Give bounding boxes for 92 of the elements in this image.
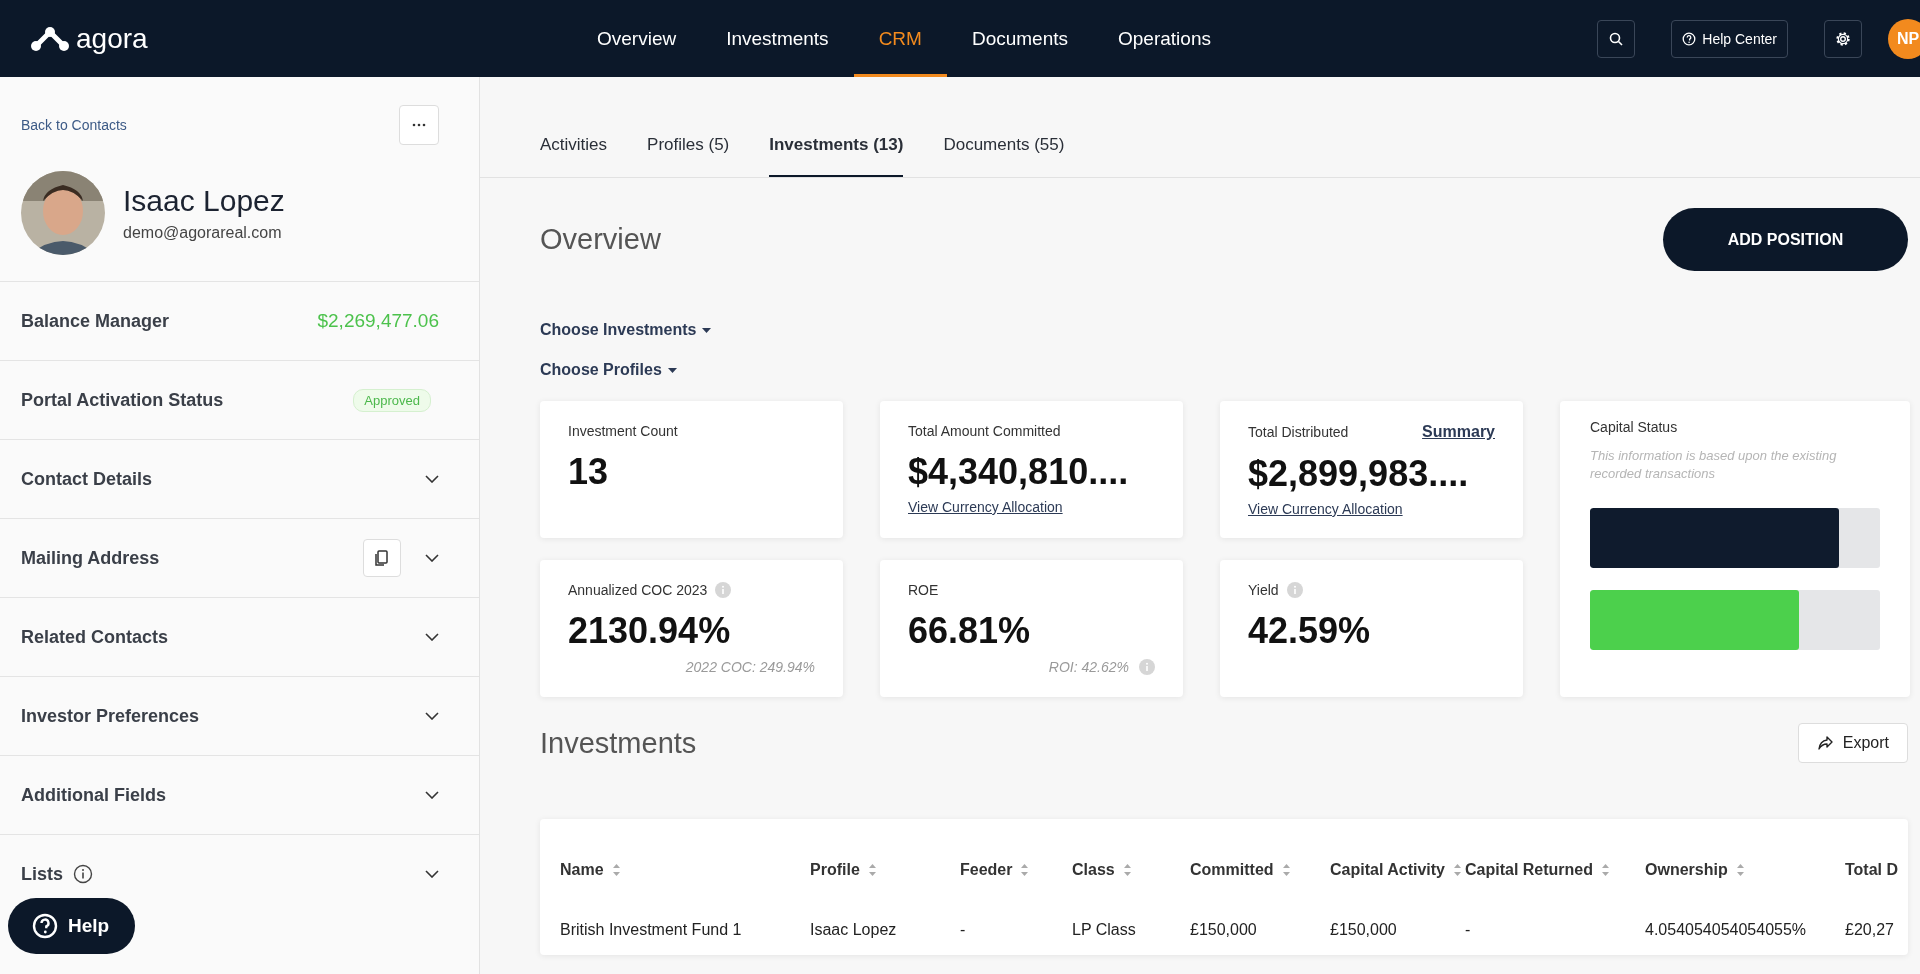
export-button[interactable]: Export	[1797, 723, 1908, 763]
table-cell-text: Isaac Lopez	[810, 921, 898, 939]
nav-item[interactable]: CRM	[853, 0, 947, 77]
table-cell-text: British Investment Fund 1	[560, 921, 743, 939]
column-header[interactable]: Ownership	[1645, 861, 1728, 879]
row-label: Investor Preferences	[21, 705, 200, 727]
sidebar-section[interactable]: Related Contacts	[0, 597, 479, 676]
tab[interactable]: Documents (55)	[943, 135, 1065, 177]
table-cell-text: 4.054054054054055%	[1645, 921, 1808, 939]
table-cell-text: £20,27	[1845, 921, 1895, 939]
stat-label: Annualized COC 2023	[568, 582, 708, 598]
help-icon	[1682, 31, 1697, 46]
nav-item[interactable]: Investments	[701, 0, 854, 77]
stat-label: Investment Count	[568, 423, 678, 439]
summary-link[interactable]: Summary	[1422, 423, 1495, 441]
stat-label: Total Amount Committed	[908, 423, 1061, 439]
column-header[interactable]: Class	[1072, 861, 1115, 879]
more-icon	[412, 123, 426, 127]
search-button[interactable]	[1597, 19, 1636, 58]
stat-note: 2022 COC: 249.94%	[685, 659, 815, 675]
row-label: Balance Manager	[21, 310, 170, 332]
row-label: Related Contacts	[21, 626, 169, 648]
logo-icon	[30, 25, 70, 52]
chevron-icon[interactable]	[425, 554, 439, 562]
search-icon	[1609, 31, 1624, 46]
stat-label: ROE	[908, 582, 939, 598]
stat-value: 13	[568, 451, 610, 493]
column-header[interactable]: Capital Returned	[1465, 861, 1593, 879]
chevron-icon[interactable]	[425, 475, 439, 483]
tab[interactable]: Investments (13)	[769, 135, 904, 177]
stat-value: $2,899,983....	[1248, 453, 1470, 495]
column-header[interactable]: Total D	[1845, 861, 1899, 879]
table-cell-text: -	[960, 921, 967, 939]
chevron-icon[interactable]	[425, 633, 439, 641]
copy-icon	[375, 550, 389, 566]
column-header[interactable]: Committed	[1190, 861, 1274, 879]
tab[interactable]: Profiles (5)	[647, 135, 730, 177]
filter-dropdown[interactable]: Choose Investments	[540, 321, 1908, 339]
currency-allocation-link[interactable]: View Currency Allocation	[908, 499, 1155, 515]
help-button[interactable]: Help	[8, 898, 136, 954]
settings-button[interactable]	[1824, 19, 1862, 58]
sidebar-section[interactable]: Mailing Address	[0, 518, 479, 597]
stat-note: ROI: 42.62%	[1048, 659, 1129, 675]
nav-item[interactable]: Overview	[572, 0, 702, 77]
tab[interactable]: Activities	[540, 135, 608, 177]
row-label: Lists	[21, 863, 63, 885]
row-label: Contact Details	[21, 468, 153, 490]
nav-item[interactable]: Documents	[946, 0, 1093, 77]
help-icon	[32, 913, 58, 939]
column-header[interactable]: Profile	[810, 861, 860, 879]
sidebar-section[interactable]: Contact Details	[0, 439, 479, 518]
table-cell-text: -	[1465, 921, 1472, 939]
caret-icon	[667, 367, 677, 373]
stat-value: 66.81%	[908, 610, 1032, 652]
logo-text: agora	[76, 22, 148, 55]
add-position-button[interactable]: ADD POSITION	[1663, 208, 1908, 271]
column-header[interactable]: Feeder	[960, 861, 1013, 879]
column-header[interactable]: Name	[560, 861, 604, 879]
stat-label: Yield	[1248, 582, 1279, 598]
chevron-icon[interactable]	[425, 870, 439, 878]
sidebar-section[interactable]: Additional Fields	[0, 755, 479, 834]
table-cell-text: £150,000	[1330, 921, 1398, 939]
currency-allocation-link[interactable]: View Currency Allocation	[1248, 501, 1495, 517]
column-header[interactable]: Capital Activity	[1330, 861, 1445, 879]
contact-name: Isaac Lopez	[123, 184, 285, 218]
sidebar-section[interactable]: Investor Preferences	[0, 676, 479, 755]
stat-label: Capital Status	[1590, 419, 1679, 435]
row-label: Mailing Address	[21, 547, 160, 569]
share-icon	[1816, 735, 1833, 751]
table-cell-text: LP Class	[1072, 921, 1137, 939]
filter-dropdown[interactable]: Choose Profiles	[540, 361, 1908, 379]
stat-value: $4,340,810....	[908, 451, 1130, 493]
capital-note: This information is based upon the existing recorded transactions	[1590, 447, 1838, 483]
table-cell-text: £150,000	[1190, 921, 1258, 939]
section-title: Investments	[540, 726, 697, 760]
balance-value: $2,269,477.06	[317, 310, 439, 332]
section-title: Overview	[540, 223, 661, 256]
caret-icon	[702, 327, 712, 333]
row-label: Additional Fields	[21, 784, 166, 806]
stat-label: Total Distributed	[1248, 424, 1349, 440]
nav-item[interactable]: Operations	[1093, 0, 1236, 77]
help-center-button[interactable]: Help Center	[1671, 19, 1788, 58]
chevron-icon[interactable]	[425, 791, 439, 799]
stat-value: 2130.94%	[568, 610, 732, 652]
chevron-icon[interactable]	[425, 712, 439, 720]
stat-value: 42.59%	[1248, 610, 1372, 652]
copy-button[interactable]	[363, 539, 401, 577]
settings-icon	[1835, 30, 1851, 47]
row-label: Portal Activation Status	[21, 389, 224, 411]
back-link[interactable]: Back to Contacts	[21, 117, 127, 133]
contact-email: demo@agorareal.com	[123, 224, 283, 242]
status-badge: Approved	[353, 388, 431, 412]
